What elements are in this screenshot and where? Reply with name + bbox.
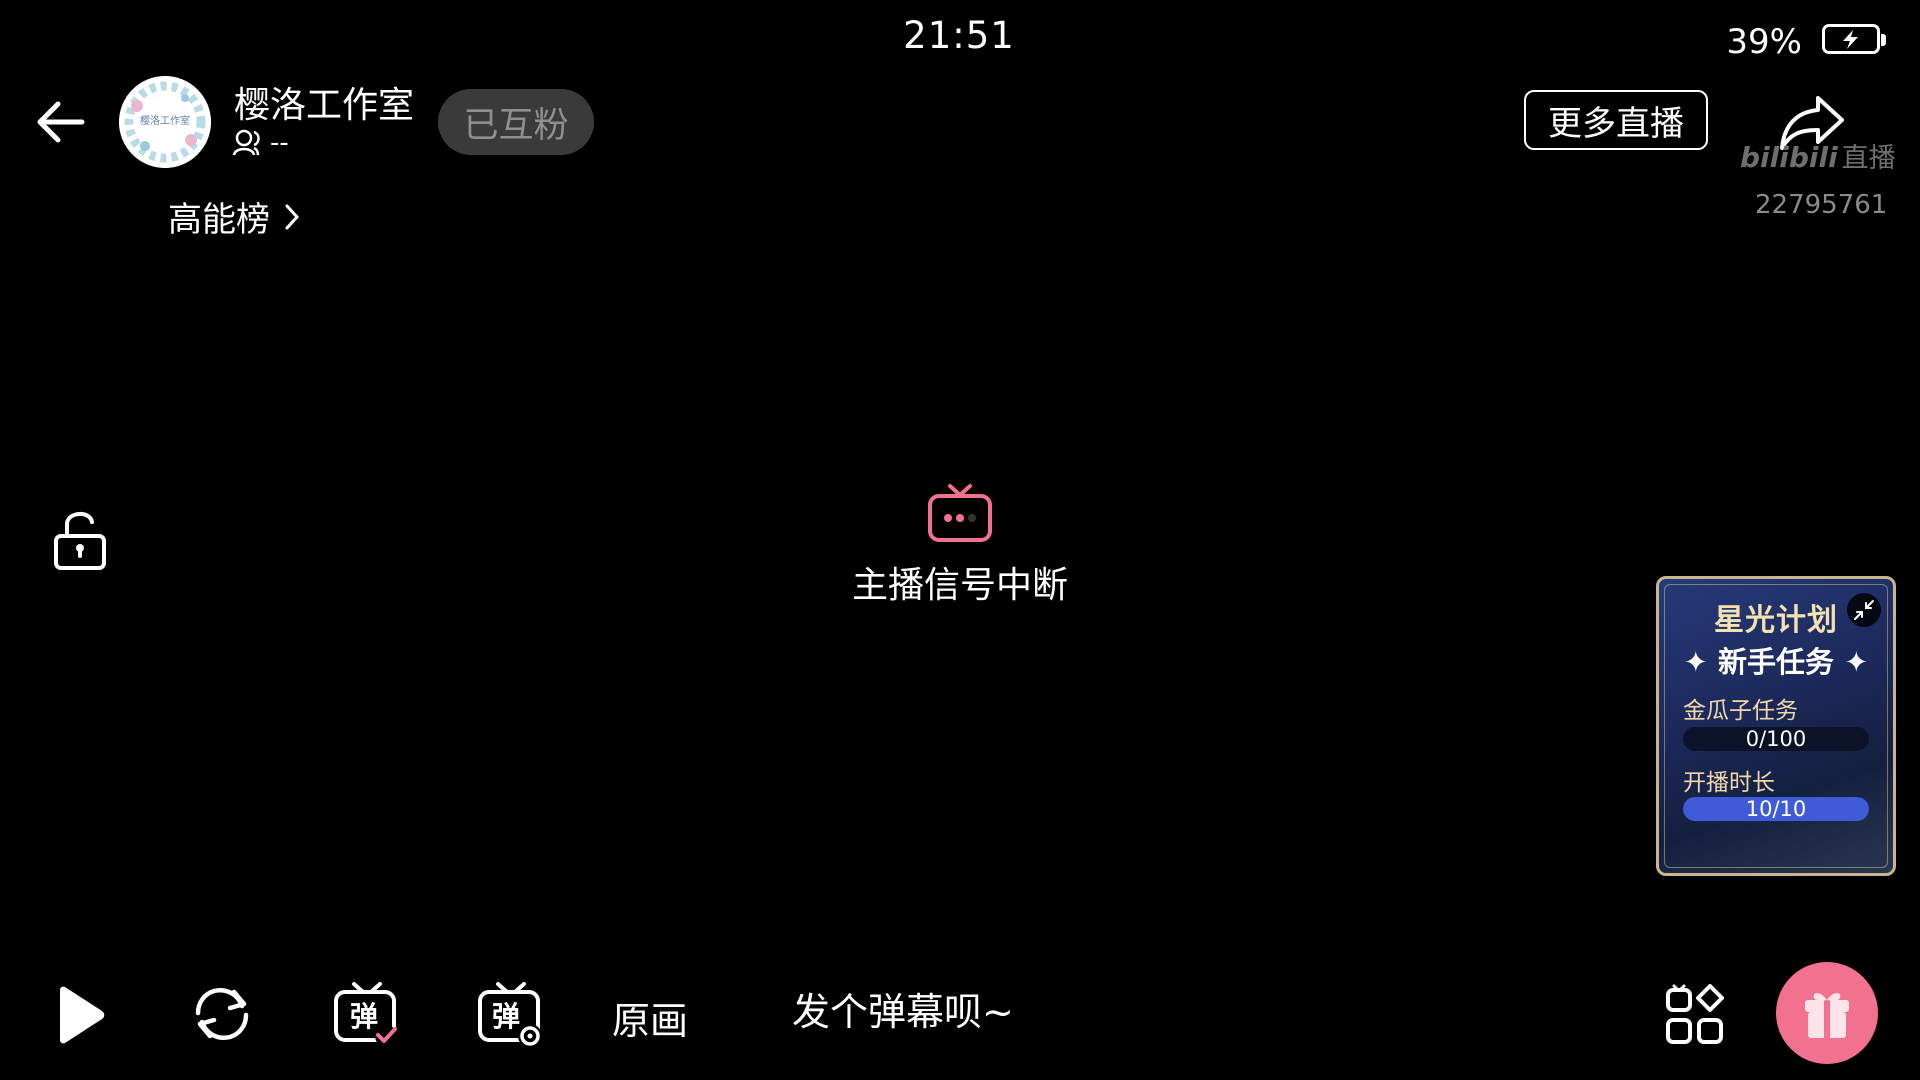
gift-icon [1805, 993, 1849, 1038]
danmaku-input[interactable] [792, 990, 1212, 1034]
more-live-button[interactable]: 更多直播 [1524, 90, 1708, 150]
avatar-text: 樱洛工作室 [140, 114, 190, 127]
task-label: 开播时长 [1683, 770, 1775, 796]
task-progress-bar: 10/10 [1683, 797, 1869, 821]
tv-icon [928, 484, 992, 542]
panel-subtitle-text: 新手任务 [1717, 645, 1834, 679]
task-progress-bar: 0/100 [1683, 727, 1869, 751]
danmaku-glyph: 弹 [350, 1000, 378, 1033]
danmaku-on-icon[interactable]: 弹 [332, 980, 402, 1048]
danmaku-settings-icon[interactable]: 弹 [476, 980, 546, 1048]
starlight-plan-panel[interactable]: 星光计划 ✦ 新手任务 ✦ 金瓜子任务 0/100 开播时长 10/10 [1656, 576, 1896, 876]
play-icon[interactable] [52, 984, 108, 1046]
bilibili-live-watermark: bilibili 直播 [1740, 136, 1896, 175]
rank-label: 高能榜 [168, 200, 270, 240]
fans-value: -- [270, 128, 289, 158]
watermark-live: 直播 [1841, 143, 1896, 174]
collapse-icon[interactable] [1847, 593, 1881, 627]
more-apps-icon[interactable] [1664, 984, 1726, 1046]
task-progress-value: 10/10 [1745, 797, 1807, 821]
room-id: 22795761 [1755, 190, 1888, 220]
chevron-right-icon [285, 204, 300, 229]
gift-button[interactable] [1776, 962, 1878, 1064]
battery-charging-icon [1822, 24, 1886, 54]
room-name: 樱洛工作室 [234, 85, 415, 126]
battery-percent: 39% [1726, 22, 1802, 62]
signal-lost-text: 主播信号中断 [851, 565, 1068, 606]
panel-subtitle: ✦ 新手任务 ✦ [1659, 639, 1893, 681]
status-time: 21:51 [903, 14, 1015, 57]
sparkle-icon: ✦ [1683, 645, 1708, 679]
fans-count: -- [232, 128, 289, 158]
watermark-logo: bilibili [1740, 141, 1838, 174]
danmaku-glyph: 弹 [492, 1000, 520, 1033]
user-icon [232, 129, 260, 156]
sparkle-icon: ✦ [1844, 645, 1869, 679]
task-progress-value: 0/100 [1745, 727, 1807, 751]
streamer-avatar[interactable]: 樱洛工作室 [119, 76, 211, 168]
rank-link[interactable]: 高能榜 [168, 192, 302, 241]
quality-selector[interactable]: 原画 [612, 990, 688, 1045]
back-arrow-icon[interactable] [30, 92, 90, 152]
refresh-icon[interactable] [190, 982, 254, 1046]
followed-button[interactable]: 已互粉 [438, 89, 594, 155]
task-label: 金瓜子任务 [1683, 698, 1798, 724]
